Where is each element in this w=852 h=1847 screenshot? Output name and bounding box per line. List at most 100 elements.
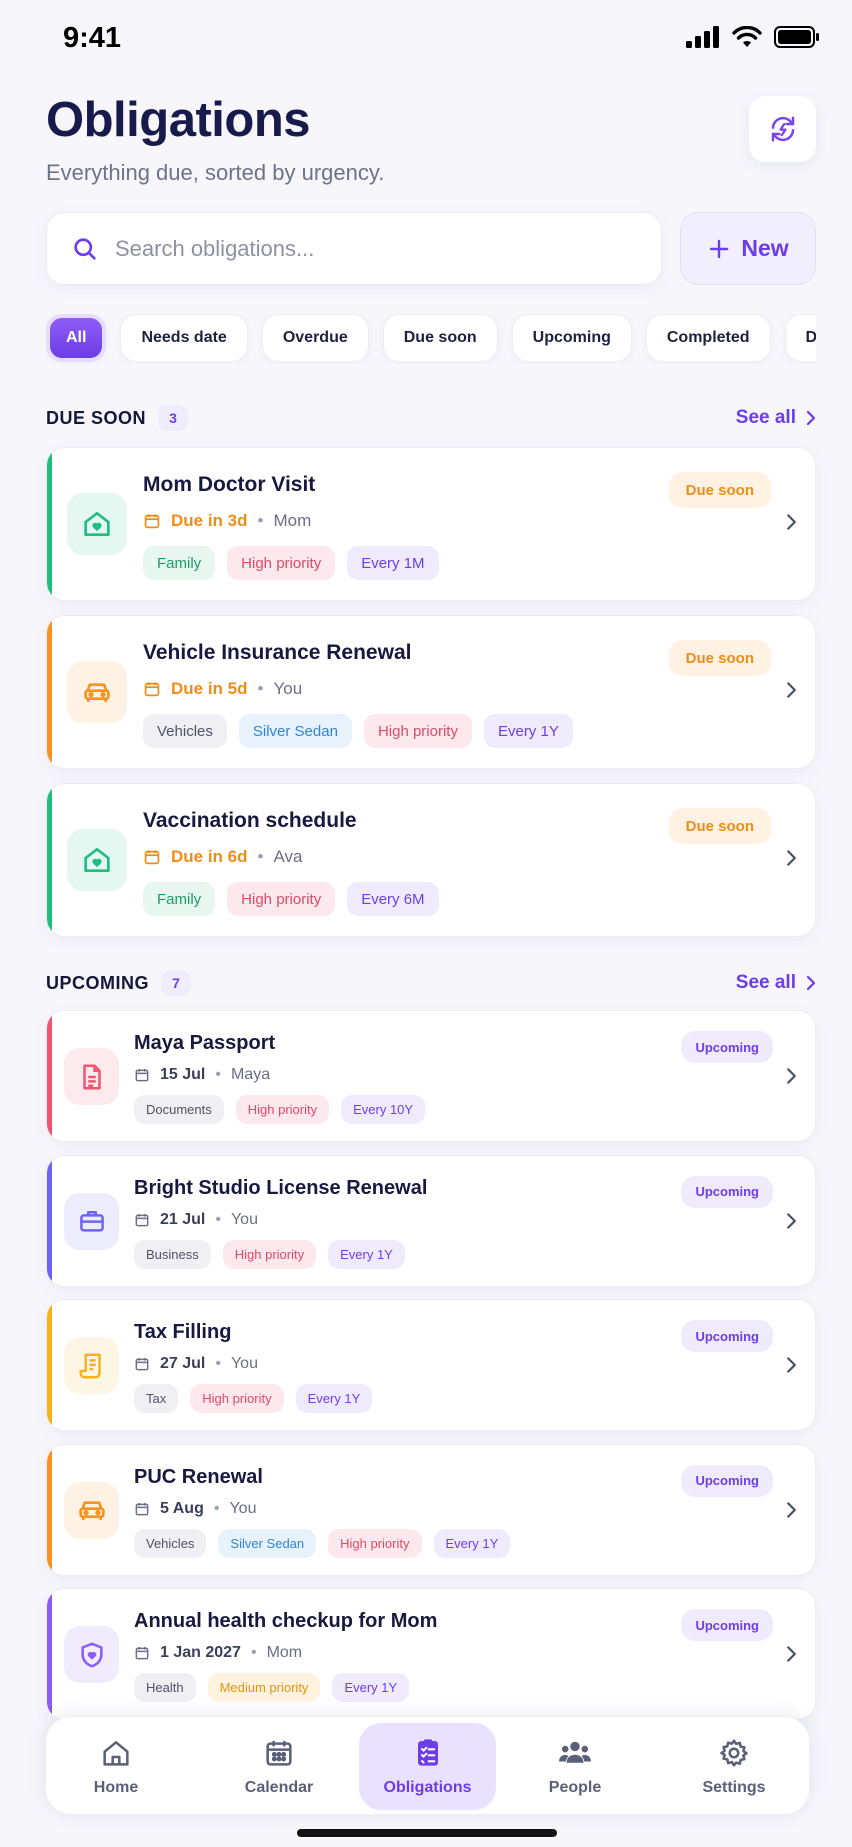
- separator-dot: •: [250, 1644, 257, 1661]
- tag: High priority: [328, 1528, 422, 1558]
- see-all-upcoming-link[interactable]: See all: [736, 972, 816, 994]
- separator-dot: •: [215, 1066, 221, 1083]
- separator-dot: •: [257, 511, 264, 530]
- obligation-card[interactable]: Vehicle Insurance Renewal Due in 5d • Yo…: [46, 615, 816, 769]
- assignee: You: [230, 1210, 258, 1228]
- clipboard-list-icon: [412, 1737, 444, 1769]
- due-label: 15 Jul: [160, 1066, 206, 1083]
- nav-calendar[interactable]: Calendar: [214, 1723, 344, 1810]
- status-badge: Upcoming: [681, 1175, 773, 1208]
- status-badge: Due soon: [668, 472, 771, 508]
- new-obligation-button[interactable]: New: [680, 212, 816, 285]
- nav-label: Obligations: [383, 1778, 472, 1796]
- calendar-small-icon: [144, 514, 160, 529]
- tag-list: Family High priority Every 1M: [143, 546, 439, 580]
- home-icon: [100, 1737, 132, 1769]
- due-label: Due in 3d: [171, 511, 248, 530]
- obligation-card[interactable]: Mom Doctor Visit Due in 3d • Mom Family H…: [46, 447, 816, 601]
- filter-chip-upcoming[interactable]: Upcoming: [511, 314, 632, 362]
- tag: Vehicles: [134, 1528, 207, 1558]
- section-title: UPCOMING: [46, 972, 149, 993]
- obligation-card[interactable]: Maya Passport 15 Jul • Maya Documents Hig…: [46, 1010, 816, 1142]
- nav-label: Home: [93, 1778, 139, 1796]
- receipt-icon: [64, 1337, 119, 1394]
- chevron-right-icon: [787, 1646, 796, 1662]
- chevron-right-icon: [787, 1068, 796, 1084]
- page-subtitle: Everything due, sorted by urgency.: [46, 160, 385, 185]
- nav-obligations[interactable]: Obligations: [359, 1723, 496, 1810]
- card-accent-bar: [47, 616, 52, 768]
- search-input[interactable]: Search obligations...: [46, 212, 662, 285]
- due-label: 27 Jul: [160, 1355, 206, 1372]
- obligation-meta: 15 Jul • Maya: [134, 1066, 270, 1084]
- obligation-meta: Due in 5d • You: [143, 679, 302, 699]
- tag-list: Vehicles Silver Sedan High priority Every 1…: [134, 1528, 511, 1558]
- obligation-card[interactable]: Vaccination schedule Due in 6d • Ava Fam…: [46, 783, 816, 937]
- sync-button[interactable]: [749, 96, 816, 162]
- status-time: 9:41: [63, 22, 122, 54]
- calendar-small-icon: [135, 1069, 149, 1082]
- filter-chip-completed[interactable]: Completed: [645, 314, 771, 362]
- section-title: DUE SOON: [46, 407, 147, 428]
- obligation-card[interactable]: Tax Filling 27 Jul • You Tax High priorit…: [46, 1299, 816, 1431]
- chevron-right-icon: [787, 850, 796, 866]
- car-icon: [64, 1481, 119, 1539]
- separator-dot: •: [213, 1499, 220, 1517]
- nav-label: Calendar: [244, 1778, 314, 1796]
- obligation-meta: 5 Aug • You: [134, 1500, 256, 1518]
- search-icon: [74, 237, 96, 260]
- obligation-card[interactable]: Annual health checkup for Mom 1 Jan 2027…: [46, 1588, 816, 1720]
- filter-chip-needs-date[interactable]: Needs date: [120, 314, 248, 362]
- tag-list: Family High priority Every 6M: [143, 882, 439, 916]
- tag: Every 1Y: [433, 1528, 511, 1558]
- assignee: Maya: [230, 1066, 271, 1083]
- due-label: 1 Jan 2027: [160, 1644, 241, 1661]
- chevron-right-icon: [806, 975, 816, 991]
- card-accent-bar: [47, 1155, 52, 1286]
- gear-icon: [718, 1737, 750, 1769]
- calendar-small-icon: [135, 1213, 149, 1226]
- assignee: You: [229, 1499, 257, 1517]
- status-bar: 9:41: [0, 0, 852, 76]
- chevron-right-icon: [787, 514, 796, 530]
- tag: High priority: [227, 546, 336, 580]
- tag: Medium priority: [207, 1673, 321, 1702]
- obligation-card[interactable]: PUC Renewal 5 Aug • You Vehicles Silver S…: [46, 1443, 816, 1576]
- tag: Every 10Y: [341, 1095, 426, 1124]
- calendar-small-icon: [144, 850, 160, 865]
- tag: Tax: [134, 1384, 179, 1413]
- nav-label: People: [548, 1778, 602, 1796]
- sync-icon: [771, 116, 794, 142]
- due-label: Due in 5d: [171, 679, 248, 698]
- card-accent-bar: [47, 448, 52, 600]
- filter-chip-all[interactable]: All: [46, 314, 107, 362]
- filter-chip-documents[interactable]: Documents: [784, 314, 816, 362]
- people-icon: [558, 1737, 592, 1769]
- home-heart-icon: [67, 829, 127, 891]
- nav-people[interactable]: People: [510, 1723, 640, 1810]
- card-accent-bar: [47, 1300, 52, 1430]
- new-button-label: New: [741, 235, 789, 261]
- obligation-name: Annual health checkup for Mom: [134, 1610, 438, 1632]
- card-accent-bar: [47, 784, 52, 936]
- home-indicator: [297, 1829, 557, 1837]
- chevron-right-icon: [787, 1501, 796, 1518]
- filter-chip-overdue[interactable]: Overdue: [261, 314, 369, 362]
- tag: Documents: [134, 1095, 224, 1124]
- obligation-card[interactable]: Bright Studio License Renewal 21 Jul • Y…: [46, 1154, 816, 1287]
- obligation-meta: 27 Jul • You: [134, 1355, 258, 1373]
- status-icons: [686, 26, 820, 48]
- chevron-right-icon: [806, 410, 816, 426]
- tag: Family: [143, 546, 216, 580]
- tag: Silver Sedan: [238, 714, 352, 748]
- tag-list: Documents High priority Every 10Y: [134, 1095, 426, 1124]
- nav-settings[interactable]: Settings: [668, 1723, 800, 1810]
- see-all-due-soon-link[interactable]: See all: [736, 407, 816, 429]
- nav-home[interactable]: Home: [56, 1723, 176, 1810]
- filter-chip-due-soon[interactable]: Due soon: [382, 314, 498, 362]
- separator-dot: •: [257, 679, 264, 698]
- tag-list: Tax High priority Every 1Y: [134, 1384, 373, 1413]
- tag: Silver Sedan: [218, 1528, 317, 1558]
- section-count: 3: [158, 405, 189, 431]
- tag: High priority: [227, 882, 336, 916]
